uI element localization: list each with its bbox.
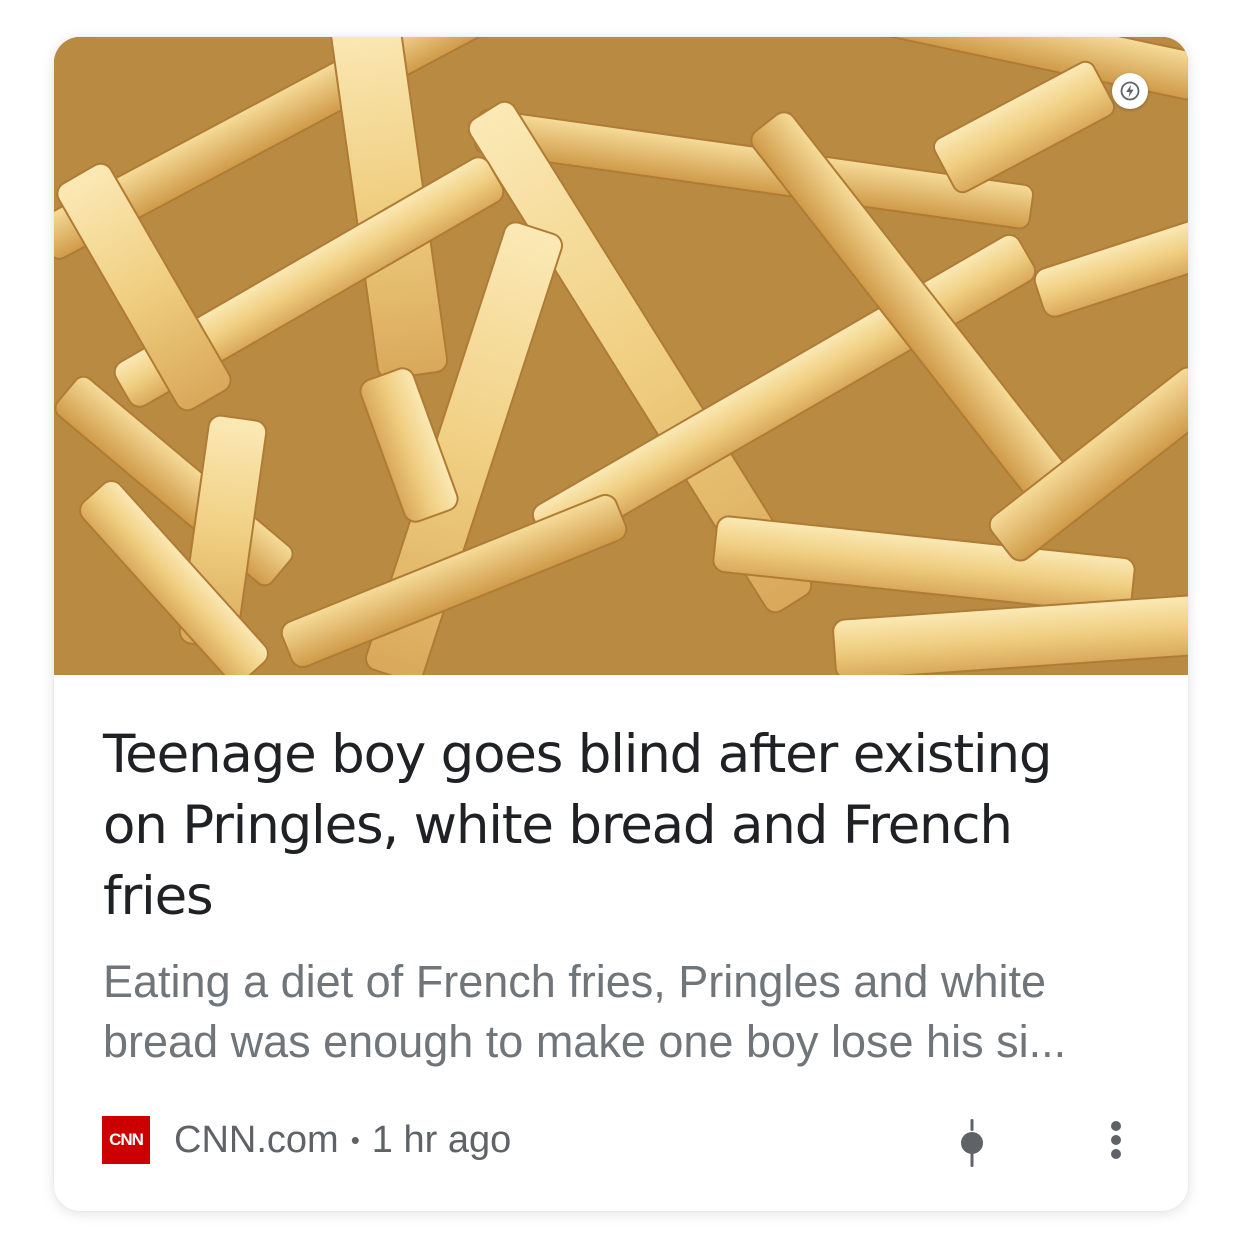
snippet-line[interactable]: Eating a diet of French fries, Pringles … bbox=[103, 952, 1148, 1012]
publish-time: 1 hr ago bbox=[371, 1118, 512, 1161]
snippet-line[interactable]: bread was enough to make one boy lose hi… bbox=[103, 1012, 1148, 1072]
pin-button[interactable] bbox=[952, 1115, 992, 1171]
article-snippet[interactable]: Eating a diet of French fries, Pringles … bbox=[103, 952, 1148, 1072]
news-card[interactable]: Teenage boy goes blind after existing on… bbox=[54, 37, 1188, 1211]
article-thumbnail[interactable] bbox=[54, 37, 1188, 675]
more-vert-icon bbox=[1111, 1121, 1121, 1159]
source-name: CNN.com bbox=[174, 1118, 339, 1161]
cnn-logo-text: CNN bbox=[109, 1130, 144, 1149]
lightning-bolt-icon bbox=[1120, 81, 1140, 101]
headline-line[interactable]: Teenage boy goes blind after existing bbox=[103, 724, 1052, 785]
headline-line[interactable]: on Pringles, white bread and French bbox=[103, 795, 1013, 856]
headline-line[interactable]: fries bbox=[103, 866, 214, 927]
amp-badge bbox=[1112, 73, 1148, 109]
more-options-button[interactable] bbox=[1096, 1115, 1136, 1165]
meta-separator: • bbox=[350, 1124, 360, 1155]
cnn-logo: CNN bbox=[102, 1116, 150, 1164]
article-meta: CNN CNN.com • 1 hr ago bbox=[102, 1115, 511, 1165]
pin-icon bbox=[961, 1119, 983, 1167]
article-headline[interactable]: Teenage boy goes blind after existing on… bbox=[103, 719, 1143, 932]
french-fries-image bbox=[54, 37, 1188, 675]
